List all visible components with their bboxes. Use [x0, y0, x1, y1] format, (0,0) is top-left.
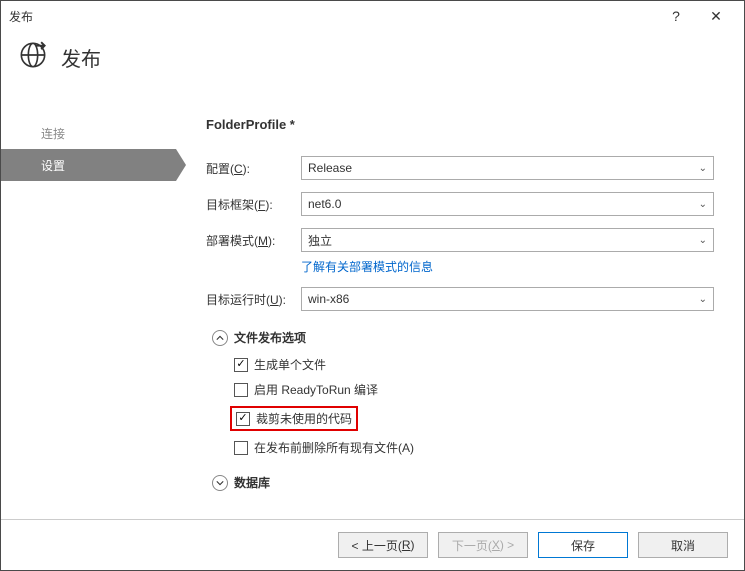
sidebar-item-label: 设置	[41, 157, 65, 174]
header-title: 发布	[61, 43, 101, 72]
chevron-down-icon: ⌄	[699, 235, 707, 246]
framework-select[interactable]: net6.0 ⌄	[301, 192, 714, 216]
database-section: 数据库	[212, 474, 714, 491]
select-value: win-x86	[308, 292, 349, 306]
deployment-row: 部署模式(M): 独立 ⌄	[206, 228, 714, 252]
runtime-select[interactable]: win-x86 ⌄	[301, 287, 714, 311]
section-title: 文件发布选项	[234, 329, 306, 346]
sidebar-item-settings[interactable]: 设置	[1, 149, 176, 181]
single-file-checkbox-row[interactable]: 生成单个文件	[234, 356, 714, 373]
checkbox-icon	[234, 358, 248, 372]
dialog-footer: < 上一页(R) 下一页(X) > 保存 取消	[1, 519, 744, 570]
select-value: 独立	[308, 232, 332, 249]
highlight-annotation: 裁剪未使用的代码	[230, 406, 358, 431]
select-value: Release	[308, 161, 352, 175]
cancel-button[interactable]: 取消	[638, 532, 728, 558]
next-button: 下一页(X) >	[438, 532, 528, 558]
window-title: 发布	[9, 8, 656, 25]
select-value: net6.0	[308, 197, 341, 211]
trim-unused-checkbox-row[interactable]: 裁剪未使用的代码	[230, 406, 714, 431]
expander-down-icon	[212, 475, 228, 491]
save-button[interactable]: 保存	[538, 532, 628, 558]
checkbox-icon	[234, 441, 248, 455]
file-publish-header[interactable]: 文件发布选项	[212, 329, 714, 346]
checkbox-icon	[234, 383, 248, 397]
main-panel: FolderProfile * 配置(C): Release ⌄ 目标框架(F)…	[176, 92, 744, 519]
chevron-down-icon: ⌄	[699, 294, 707, 305]
checkbox-label: 裁剪未使用的代码	[256, 410, 352, 427]
checkbox-label: 在发布前删除所有现有文件(A)	[254, 439, 414, 456]
deployment-info-link[interactable]: 了解有关部署模式的信息	[301, 260, 433, 274]
database-header[interactable]: 数据库	[212, 474, 714, 491]
close-icon[interactable]: ✕	[696, 8, 736, 25]
chevron-down-icon: ⌄	[699, 199, 707, 210]
help-icon[interactable]: ?	[656, 8, 696, 24]
runtime-label: 目标运行时(U):	[206, 291, 301, 308]
checkbox-label: 启用 ReadyToRun 编译	[254, 381, 378, 398]
expander-up-icon	[212, 330, 228, 346]
sidebar: 连接 设置	[1, 92, 176, 519]
framework-label: 目标框架(F):	[206, 196, 301, 213]
dialog-header: 发布	[1, 31, 744, 92]
content-area: 连接 设置 FolderProfile * 配置(C): Release ⌄ 目…	[1, 92, 744, 519]
deployment-select[interactable]: 独立 ⌄	[301, 228, 714, 252]
runtime-row: 目标运行时(U): win-x86 ⌄	[206, 287, 714, 311]
globe-publish-icon	[19, 41, 47, 74]
readytorun-checkbox-row[interactable]: 启用 ReadyToRun 编译	[234, 381, 714, 398]
sidebar-item-connection[interactable]: 连接	[1, 117, 176, 149]
prev-button[interactable]: < 上一页(R)	[338, 532, 428, 558]
delete-existing-checkbox-row[interactable]: 在发布前删除所有现有文件(A)	[234, 439, 714, 456]
configuration-row: 配置(C): Release ⌄	[206, 156, 714, 180]
deployment-label: 部署模式(M):	[206, 232, 301, 249]
titlebar: 发布 ? ✕	[1, 1, 744, 31]
profile-name: FolderProfile *	[206, 117, 714, 132]
deployment-link-row: 了解有关部署模式的信息	[301, 258, 714, 275]
configuration-label: 配置(C):	[206, 160, 301, 177]
configuration-select[interactable]: Release ⌄	[301, 156, 714, 180]
framework-row: 目标框架(F): net6.0 ⌄	[206, 192, 714, 216]
publish-dialog: 发布 ? ✕ 发布 连接 设置 FolderProfile *	[0, 0, 745, 571]
sidebar-item-label: 连接	[41, 125, 65, 142]
chevron-down-icon: ⌄	[699, 163, 707, 174]
checkbox-label: 生成单个文件	[254, 356, 326, 373]
file-publish-section: 文件发布选项 生成单个文件 启用 ReadyToRun 编译 裁剪未使用的代码	[212, 329, 714, 456]
checkbox-icon	[236, 412, 250, 426]
section-title: 数据库	[234, 474, 270, 491]
